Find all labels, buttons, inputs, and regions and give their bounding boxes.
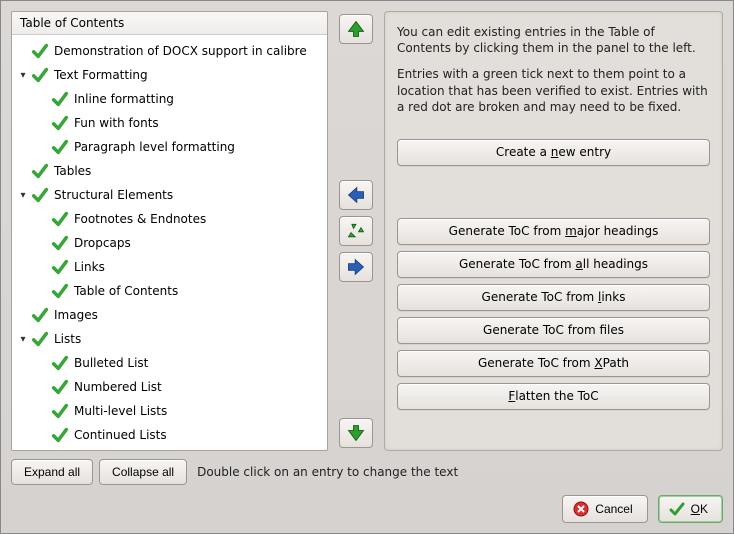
verified-tick-icon [50, 377, 70, 397]
toc-tree-item[interactable]: Tables [12, 159, 327, 183]
toc-item-label: Table of Contents [74, 284, 178, 298]
move-left-button[interactable] [339, 180, 373, 210]
tree-expander[interactable]: ▾ [16, 190, 30, 201]
toc-item-label: Text Formatting [54, 68, 148, 82]
verified-tick-icon [30, 185, 50, 205]
toc-item-label: Links [74, 260, 105, 274]
toc-tree-item[interactable]: ▾ Text Formatting [12, 63, 327, 87]
toc-tree-item[interactable]: Demonstration of DOCX support in calibre [12, 39, 327, 63]
verified-tick-icon [30, 161, 50, 181]
toc-item-label: Bulleted List [74, 356, 148, 370]
verified-tick-icon [50, 209, 70, 229]
toc-item-label: Images [54, 308, 98, 322]
tree-expander[interactable]: ▾ [16, 70, 30, 81]
verified-tick-icon [50, 353, 70, 373]
toc-item-label: Footnotes & Endnotes [74, 212, 206, 226]
toc-tree-item[interactable]: ▾ Lists [12, 327, 327, 351]
toc-tree[interactable]: Demonstration of DOCX support in calibre… [12, 35, 327, 450]
generate-xpath-button[interactable]: Generate ToC from XPath [397, 350, 710, 377]
tree-expander[interactable]: ▾ [16, 334, 30, 345]
toc-tree-item[interactable]: Dropcaps [12, 231, 327, 255]
generate-major-button[interactable]: Generate ToC from major headings [397, 218, 710, 245]
move-up-button[interactable] [339, 14, 373, 44]
generate-links-button[interactable]: Generate ToC from links [397, 284, 710, 311]
verified-tick-icon [50, 137, 70, 157]
toc-item-label: Dropcaps [74, 236, 131, 250]
ok-button[interactable]: OK [658, 495, 723, 523]
toc-editor-dialog: Table of Contents Demonstration of DOCX … [0, 0, 734, 534]
toc-item-label: Multi-level Lists [74, 404, 167, 418]
toc-item-label: Tables [54, 164, 91, 178]
toc-item-label: Fun with fonts [74, 116, 159, 130]
verified-tick-icon [30, 329, 50, 349]
toc-tree-item[interactable]: Continued Lists [12, 423, 327, 447]
toc-tree-item[interactable]: Paragraph level formatting [12, 135, 327, 159]
verified-tick-icon [50, 425, 70, 445]
verified-tick-icon [50, 233, 70, 253]
toc-tree-pane: Table of Contents Demonstration of DOCX … [11, 11, 328, 451]
actions-pane: You can edit existing entries in the Tab… [384, 11, 723, 451]
toc-item-label: Continued Lists [74, 428, 167, 442]
dialog-button-row: Cancel OK [11, 495, 723, 523]
tree-header: Table of Contents [12, 12, 327, 35]
verified-tick-icon [30, 65, 50, 85]
toc-tree-item[interactable]: Table of Contents [12, 279, 327, 303]
footer-hint: Double click on an entry to change the t… [197, 465, 458, 479]
footer-row: Expand all Collapse all Double click on … [11, 459, 723, 485]
toc-tree-item[interactable]: ▾ Structural Elements [12, 183, 327, 207]
help-text: You can edit existing entries in the Tab… [397, 24, 710, 125]
toc-item-label: Structural Elements [54, 188, 173, 202]
toc-tree-item[interactable]: Bulleted List [12, 351, 327, 375]
generate-files-button[interactable]: Generate ToC from files [397, 317, 710, 344]
toc-tree-item[interactable]: Multi-level Lists [12, 399, 327, 423]
toc-tree-item[interactable]: Inline formatting [12, 87, 327, 111]
main-area: Table of Contents Demonstration of DOCX … [11, 11, 723, 451]
help-paragraph-2: Entries with a green tick next to them p… [397, 66, 710, 115]
flatten-button[interactable]: Flatten the ToC [397, 383, 710, 410]
move-down-button[interactable] [339, 418, 373, 448]
verified-tick-icon [30, 41, 50, 61]
arrow-up-icon [346, 19, 366, 39]
verified-tick-icon [50, 257, 70, 277]
verified-tick-icon [50, 89, 70, 109]
verified-tick-icon [50, 281, 70, 301]
toc-tree-item[interactable]: Footnotes & Endnotes [12, 207, 327, 231]
generate-all-button[interactable]: Generate ToC from all headings [397, 251, 710, 278]
expand-all-button[interactable]: Expand all [11, 459, 93, 485]
arrow-down-icon [346, 423, 366, 443]
verified-tick-icon [50, 401, 70, 421]
help-paragraph-1: You can edit existing entries in the Tab… [397, 24, 710, 56]
toc-item-label: Lists [54, 332, 81, 346]
toc-item-label: Demonstration of DOCX support in calibre [54, 44, 307, 58]
toc-item-label: Inline formatting [74, 92, 174, 106]
recycle-button[interactable] [339, 216, 373, 246]
toc-tree-item[interactable]: Numbered List [12, 375, 327, 399]
collapse-all-button[interactable]: Collapse all [99, 459, 187, 485]
arrow-right-icon [346, 257, 366, 277]
create-entry-button[interactable]: Create a new entry [397, 139, 710, 166]
verified-tick-icon [30, 305, 50, 325]
toc-item-label: Paragraph level formatting [74, 140, 235, 154]
verified-tick-icon [50, 113, 70, 133]
reorder-button-column [336, 11, 376, 451]
toc-tree-item[interactable]: Fun with fonts [12, 111, 327, 135]
toc-item-label: Numbered List [74, 380, 162, 394]
cancel-icon [573, 501, 589, 517]
ok-check-icon [669, 501, 685, 517]
toc-tree-item[interactable]: Links [12, 255, 327, 279]
toc-tree-item[interactable]: Images [12, 303, 327, 327]
arrow-left-icon [346, 185, 366, 205]
move-right-button[interactable] [339, 252, 373, 282]
cancel-button[interactable]: Cancel [562, 495, 647, 523]
recycle-icon [346, 221, 366, 241]
